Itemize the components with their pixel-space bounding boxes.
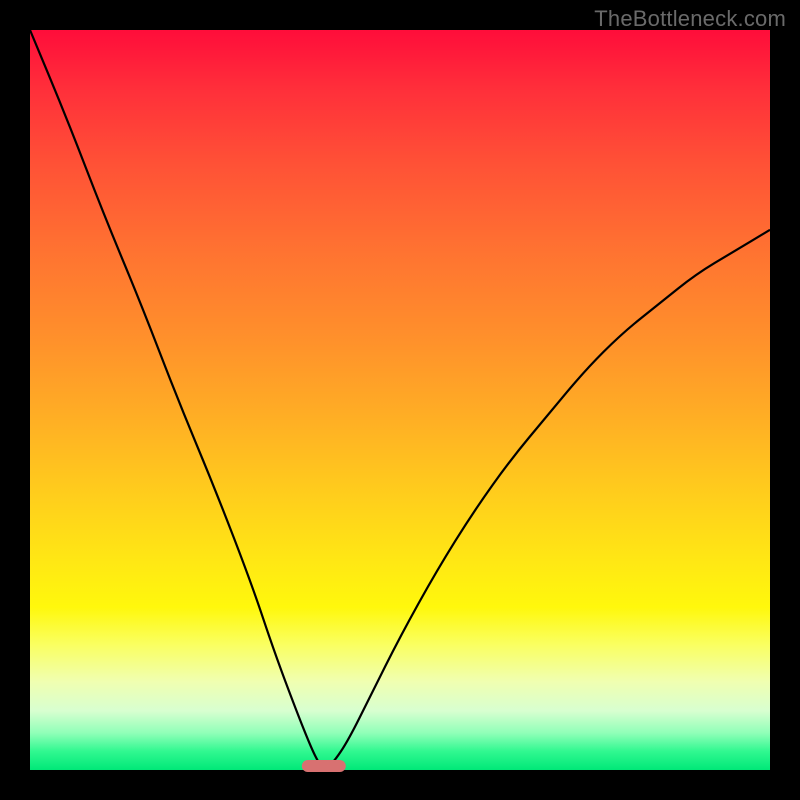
plot-area	[30, 30, 770, 770]
optimal-marker	[302, 760, 346, 772]
chart-frame: TheBottleneck.com	[0, 0, 800, 800]
watermark-text: TheBottleneck.com	[594, 6, 786, 32]
curve-path	[30, 30, 770, 768]
bottleneck-curve	[30, 30, 770, 770]
